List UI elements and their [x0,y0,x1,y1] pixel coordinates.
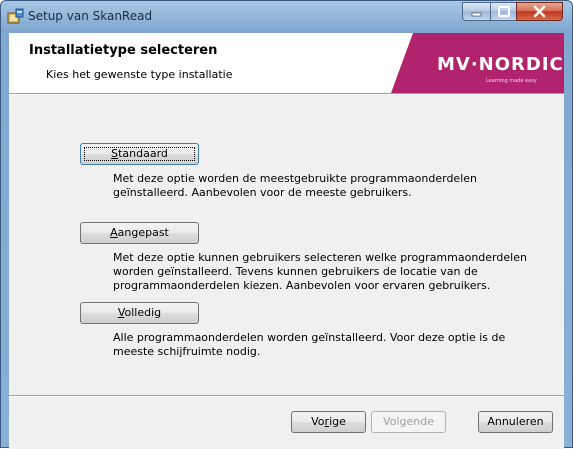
brand-logo: MV·NORDIC Learning made easy [391,33,564,93]
minimize-icon [471,12,482,17]
standard-description: Met deze optie worden de meestgebruikte … [113,172,477,199]
back-label: Vorige [311,415,346,428]
dialog-client: Installatietype selecteren Kies het gewe… [9,33,564,449]
focus-rect [84,147,195,161]
close-icon [533,5,546,18]
complete-label: Volledig [117,306,162,319]
page-title: Installatietype selecteren [29,43,218,58]
next-button[interactable]: Volgende [371,411,446,433]
maximize-button[interactable] [490,2,517,21]
complete-description: Alle programmaonderdelen worden geïnstal… [113,331,506,358]
custom-label: Aangepast [110,226,169,239]
back-button[interactable]: Vorige [291,411,366,433]
close-button[interactable] [516,2,563,21]
logo-tagline: Learning made easy [486,78,537,84]
page-subtitle: Kies het gewenste type installatie [46,68,233,81]
logo-name: MV·NORDIC [437,54,564,75]
installer-icon [7,8,24,24]
header-banner: Installatietype selecteren Kies het gewe… [9,33,564,93]
cancel-label: Annuleren [487,415,544,428]
title-bar[interactable]: Setup van SkanRead [1,1,572,33]
standard-button[interactable]: Standaard [80,143,199,165]
setup-window: Setup van SkanRead Installatietype selec… [0,0,573,449]
complete-button[interactable]: Volledig [80,302,199,324]
window-title: Setup van SkanRead [28,9,153,23]
next-label: Volgende [383,415,434,428]
minimize-button[interactable] [462,2,491,21]
maximize-icon [498,6,510,17]
custom-description: Met deze optie kunnen gebruikers selecte… [113,251,527,292]
cancel-button[interactable]: Annuleren [478,411,553,433]
custom-button[interactable]: Aangepast [80,222,199,244]
